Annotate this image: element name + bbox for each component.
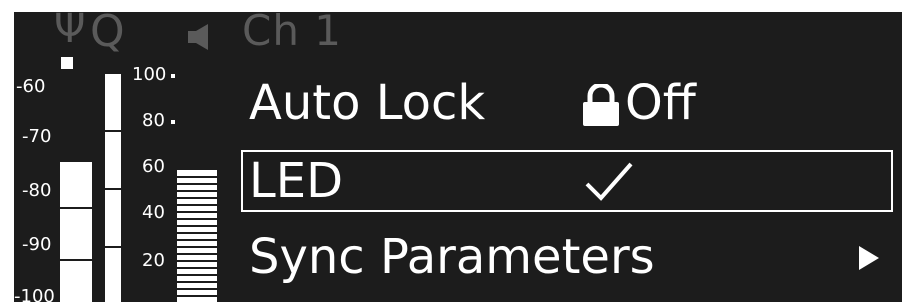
af-level-segment-gap xyxy=(177,204,217,206)
rf-scale-label: -90 xyxy=(22,234,52,255)
af-bar-divider xyxy=(105,188,121,190)
menu-item-label: Auto Lock xyxy=(249,75,486,131)
af-level-segment-gap xyxy=(177,253,217,255)
af-level-segment-gap xyxy=(177,218,217,220)
menu-item-led[interactable]: LED xyxy=(241,150,893,212)
af-level-segment-gap xyxy=(177,267,217,269)
menu-item-label: LED xyxy=(249,153,344,209)
af-level-segment-gap xyxy=(177,197,217,199)
af-level-segment-gap xyxy=(177,246,217,248)
rf-scale-label: -80 xyxy=(22,180,52,201)
af-level-segment-gap xyxy=(177,274,217,276)
rf-bar-divider xyxy=(60,207,92,209)
af-level-segment-gap xyxy=(177,225,217,227)
af-level-segment-gap xyxy=(177,211,217,213)
af-scale-label: 40 xyxy=(142,202,165,223)
af-level-segment-gap xyxy=(177,190,217,192)
channel-label: Ch 1 xyxy=(242,12,343,55)
rf-level-bar xyxy=(60,162,92,302)
af-bar-divider xyxy=(105,246,121,248)
signal-quality-indicator: Q xyxy=(90,12,125,57)
lock-icon xyxy=(583,84,619,126)
af-level-segment-gap xyxy=(177,295,217,297)
rf-peak-marker xyxy=(61,57,73,69)
menu-item-auto-lock[interactable]: Auto Lock Off xyxy=(241,72,893,134)
af-bar-divider xyxy=(105,130,121,132)
af-scale-tick xyxy=(171,120,175,124)
af-scale-label: 60 xyxy=(142,156,165,177)
auto-lock-value: Off xyxy=(625,75,696,131)
rf-scale-label: -70 xyxy=(22,126,52,147)
check-icon xyxy=(585,162,633,201)
af-scale-label: 20 xyxy=(142,250,165,271)
arrow-right-icon xyxy=(859,246,879,270)
rf-scale-label: -100 xyxy=(14,286,55,302)
display-frame: Ψ Q Ch 1 -60 -70 -80 -90 -100 100 80 60 … xyxy=(0,0,912,306)
menu-item-label: Sync Parameters xyxy=(249,229,655,285)
af-level-segment-gap xyxy=(177,260,217,262)
antenna-icon: Ψ xyxy=(54,12,86,52)
af-level-segment-gap xyxy=(177,281,217,283)
menu-item-sync-parameters[interactable]: Sync Parameters xyxy=(241,226,893,288)
af-scale-label: 80 xyxy=(142,110,165,131)
rf-bar-divider xyxy=(60,259,92,261)
af-level-segment-gap xyxy=(177,288,217,290)
device-screen: Ψ Q Ch 1 -60 -70 -80 -90 -100 100 80 60 … xyxy=(14,12,902,302)
af-level-segment-gap xyxy=(177,183,217,185)
speaker-icon xyxy=(188,24,208,50)
af-scale-tick xyxy=(171,74,175,78)
af-level-segment-gap xyxy=(177,232,217,234)
af-level-segment-gap xyxy=(177,239,217,241)
af-level-segment-gap xyxy=(177,176,217,178)
rf-scale-label: -60 xyxy=(16,76,46,97)
af-scale-label: 100 xyxy=(132,64,167,85)
